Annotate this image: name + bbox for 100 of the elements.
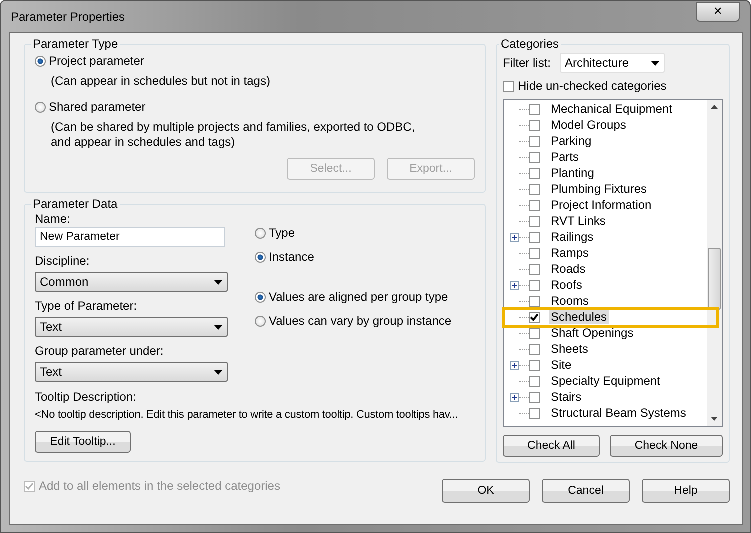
group-title: Parameter Data xyxy=(32,197,119,211)
checkbox[interactable] xyxy=(529,232,540,242)
dialog-button[interactable]: Cancel xyxy=(542,479,630,503)
checkbox[interactable] xyxy=(529,408,540,418)
checkbox[interactable] xyxy=(529,328,540,338)
tree-item[interactable]: Model Groups xyxy=(504,117,707,133)
category-label: Mechanical Equipment xyxy=(550,102,674,116)
tree-item[interactable]: Specialty Equipment xyxy=(504,373,707,389)
radio-button[interactable] xyxy=(255,292,266,302)
category-label: Model Groups xyxy=(550,118,628,132)
tree-item[interactable]: Planting xyxy=(504,165,707,181)
tree-item[interactable]: Rooms xyxy=(504,293,707,309)
close-button[interactable]: ✕ xyxy=(696,2,740,22)
checkbox[interactable] xyxy=(529,376,540,386)
tree-item[interactable]: Parts xyxy=(504,149,707,165)
radio-button[interactable] xyxy=(255,228,266,238)
checkmark-icon xyxy=(530,312,539,322)
checkbox[interactable] xyxy=(529,120,540,130)
caret-icon xyxy=(214,280,223,284)
dialog-button[interactable]: OK xyxy=(442,479,530,503)
radio-label: Instance xyxy=(269,250,314,264)
category-label: Schedules xyxy=(549,310,610,324)
checkbox[interactable] xyxy=(529,344,540,354)
tree-item[interactable]: Roofs xyxy=(504,277,707,293)
tree-item[interactable]: Project Information xyxy=(504,197,707,213)
tree-item[interactable]: Parking xyxy=(504,133,707,149)
expand-icon[interactable] xyxy=(510,280,519,290)
expand-icon[interactable] xyxy=(510,360,519,370)
tree-item[interactable]: Plumbing Fixtures xyxy=(504,181,707,197)
caret-icon xyxy=(651,60,660,66)
filter-dropdown[interactable]: Architecture xyxy=(560,53,665,73)
field-label: Discipline: xyxy=(35,254,91,269)
dropdown[interactable]: Text xyxy=(35,317,228,337)
tree-item[interactable]: Railings xyxy=(504,229,707,245)
radio-button[interactable] xyxy=(255,316,266,326)
group-title: Parameter Type xyxy=(32,37,120,51)
radio-button[interactable] xyxy=(35,56,46,66)
checkbox-label: Hide un-checked categories xyxy=(518,79,667,93)
checkbox[interactable] xyxy=(529,296,540,306)
expand-icon[interactable] xyxy=(510,392,519,402)
category-label: Stairs xyxy=(550,390,583,404)
checkbox[interactable] xyxy=(529,360,540,370)
checkbox[interactable] xyxy=(529,184,540,194)
radio-label: Values can vary by group instance xyxy=(269,314,452,328)
tree-item[interactable]: Sheets xyxy=(504,341,707,357)
checkbox[interactable] xyxy=(529,104,540,114)
field-label: Group parameter under: xyxy=(35,344,165,359)
dialog-button[interactable]: Help xyxy=(642,479,730,503)
dropdown[interactable]: Common xyxy=(35,272,228,292)
tree-item[interactable]: Schedules xyxy=(504,309,707,325)
tree-item[interactable]: Structural Beam Systems xyxy=(504,405,707,421)
category-label: RVT Links xyxy=(550,214,607,228)
field-label: Name: xyxy=(35,212,72,227)
radio-label: Shared parameter xyxy=(49,100,146,114)
dialog-button[interactable]: Check None xyxy=(610,435,723,457)
category-label: Ramps xyxy=(550,246,590,260)
checkbox[interactable] xyxy=(503,80,514,92)
tree-item[interactable]: Roads xyxy=(504,261,707,277)
tree-item[interactable]: Mechanical Equipment xyxy=(504,101,707,117)
category-label: Structural Beam Systems xyxy=(550,406,688,420)
category-label: Site xyxy=(550,358,573,372)
tree-item[interactable]: Site xyxy=(504,357,707,373)
category-label: Railings xyxy=(550,230,595,244)
category-label: Roofs xyxy=(550,278,584,292)
checkbox[interactable] xyxy=(529,216,540,226)
checkbox[interactable] xyxy=(529,280,540,290)
category-label: Rooms xyxy=(550,294,590,308)
dialog-button[interactable]: Check All xyxy=(503,435,600,457)
category-label: Shaft Openings xyxy=(550,326,635,340)
category-label: Plumbing Fixtures xyxy=(550,182,648,196)
radio-button[interactable] xyxy=(255,252,266,262)
dropdown[interactable]: Text xyxy=(35,362,228,382)
name-field[interactable]: New Parameter xyxy=(35,227,225,247)
checkbox[interactable] xyxy=(529,168,540,178)
scroll-thumb[interactable] xyxy=(708,248,721,310)
scroll-down-icon[interactable] xyxy=(711,417,718,421)
tree-item[interactable]: RVT Links xyxy=(504,213,707,229)
scroll-up-icon[interactable] xyxy=(711,105,718,109)
checkbox[interactable] xyxy=(529,152,540,162)
expand-icon[interactable] xyxy=(510,232,519,242)
edit-tooltip-button[interactable]: Edit Tooltip... xyxy=(35,431,131,453)
checkbox[interactable] xyxy=(529,248,540,258)
checkbox[interactable] xyxy=(529,136,540,146)
scrollbar[interactable] xyxy=(707,100,722,426)
checkmark-icon xyxy=(25,482,34,490)
checkbox[interactable] xyxy=(529,200,540,210)
category-label: Planting xyxy=(550,166,596,180)
field-label: Tooltip Description: xyxy=(35,390,136,405)
tree-item[interactable]: Shaft Openings xyxy=(504,325,707,341)
checkbox[interactable] xyxy=(529,312,540,322)
tree-item[interactable]: Stairs xyxy=(504,389,707,405)
caret-icon xyxy=(214,370,223,374)
tree-item[interactable]: Ramps xyxy=(504,245,707,261)
radio-label: Values are aligned per group type xyxy=(269,290,448,304)
checkbox[interactable] xyxy=(529,264,540,274)
category-label: Parts xyxy=(550,150,580,164)
radio-button[interactable] xyxy=(35,102,46,112)
checkbox[interactable] xyxy=(529,392,540,402)
radio-label: Type xyxy=(269,226,296,240)
group-title: Categories xyxy=(500,37,560,51)
